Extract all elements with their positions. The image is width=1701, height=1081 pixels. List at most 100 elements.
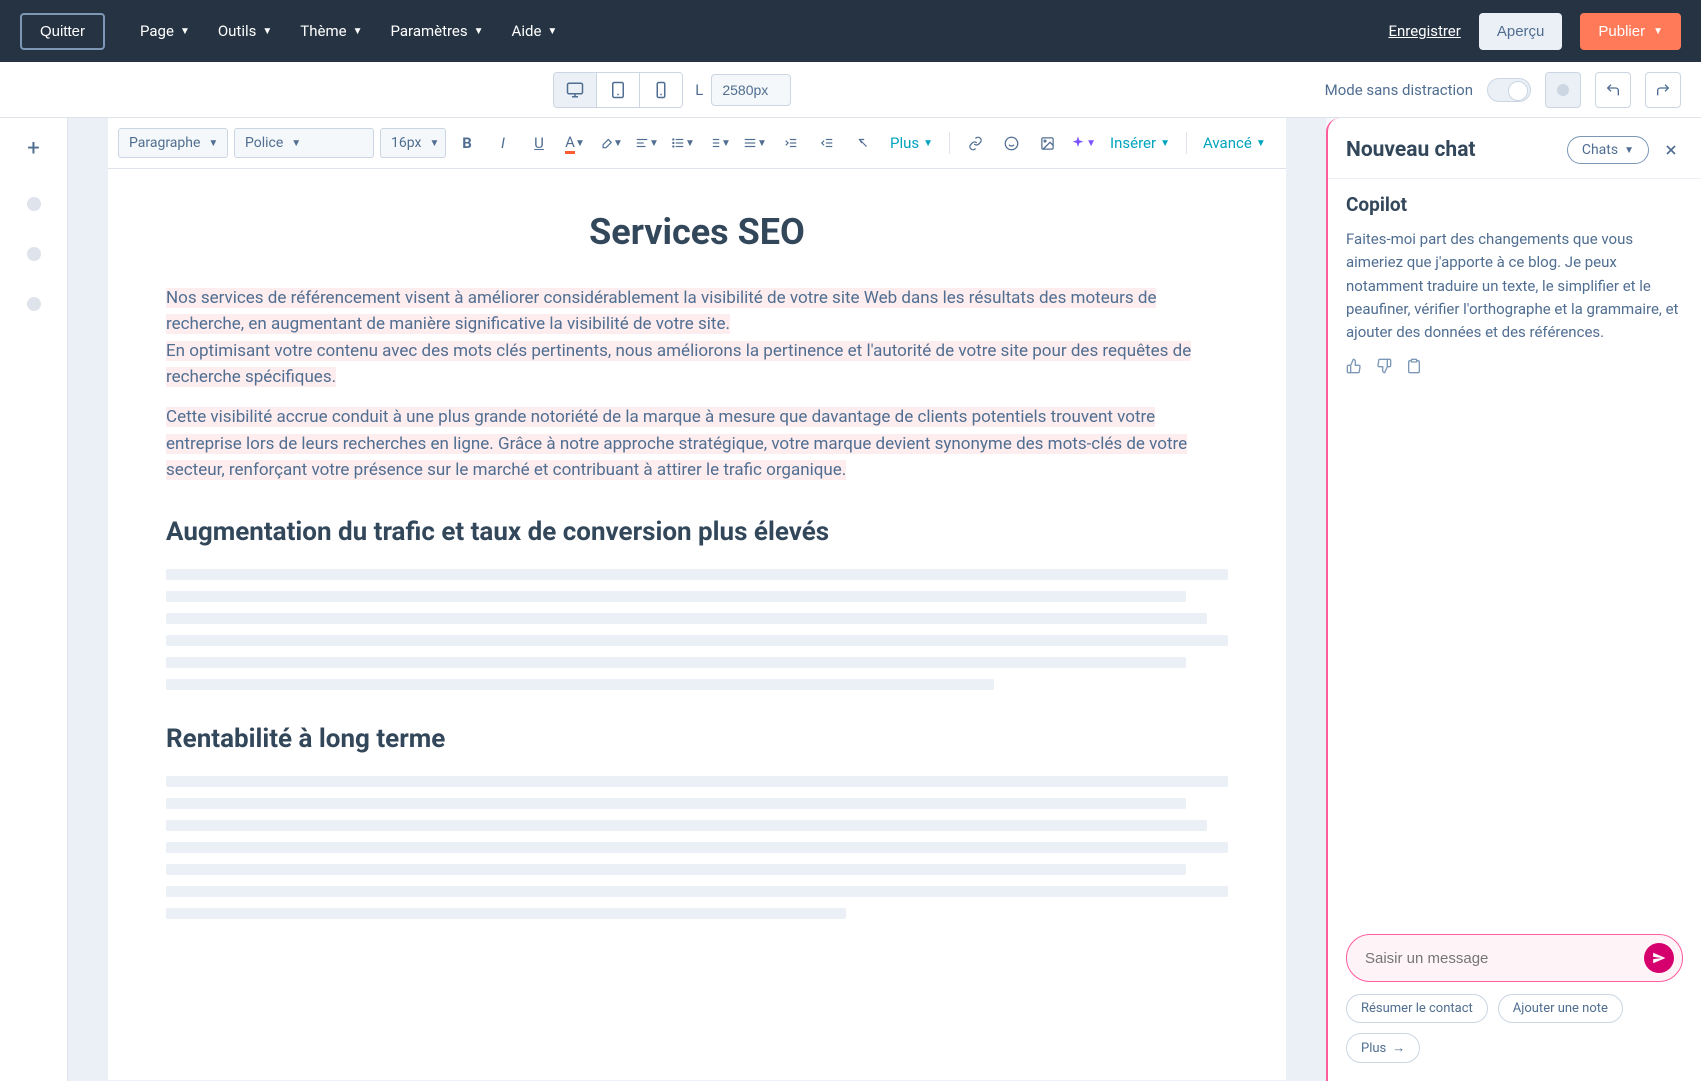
more-chip[interactable]: Plus → [1346, 1033, 1420, 1063]
placeholder-line [166, 908, 846, 919]
nav-item-tools[interactable]: Outils▼ [218, 22, 272, 40]
thumbs-up-button[interactable] [1346, 358, 1362, 374]
distraction-free-toggle[interactable] [1487, 78, 1531, 102]
nav-menu: Page▼ Outils▼ Thème▼ Paramètres▼ Aide▼ [140, 22, 557, 40]
thumbs-up-icon [1346, 358, 1362, 374]
link-button[interactable] [960, 128, 990, 158]
editor-pane: Paragraphe▼ Police ▼ 16px▼ B I U A▼ ▼ ▼ ▼… [68, 118, 1326, 1081]
ordered-list-button[interactable]: ▼ [704, 128, 734, 158]
record-button[interactable] [1545, 72, 1581, 108]
align-button[interactable]: ▼ [632, 128, 662, 158]
chevron-down-icon: ▼ [721, 138, 731, 149]
nav-item-help[interactable]: Aide ▼ [512, 22, 558, 40]
chevron-down-icon: ▼ [1624, 145, 1634, 156]
send-button[interactable] [1644, 943, 1674, 973]
placeholder-line [166, 798, 1186, 809]
copy-button[interactable] [1406, 358, 1422, 374]
highlighted-text: Cette visibilité accrue conduit à une pl… [166, 407, 1187, 480]
font-dropdown[interactable]: Police ▼ [234, 128, 374, 158]
outline-dot[interactable] [27, 197, 41, 211]
device-desktop-button[interactable] [554, 73, 597, 107]
chevron-down-icon: ▼ [613, 138, 623, 149]
sidebar-left: + [0, 118, 68, 1081]
outdent-button[interactable] [812, 128, 842, 158]
copilot-message: Faites-moi part des changements que vous… [1346, 228, 1683, 344]
chevron-down-icon: ▼ [291, 138, 301, 149]
heading-2[interactable]: Rentabilité à long terme [166, 724, 1228, 754]
paragraph[interactable]: Cette visibilité accrue conduit à une pl… [166, 404, 1228, 483]
nav-label: Paramètres [390, 22, 467, 40]
paragraph-style-dropdown[interactable]: Paragraphe▼ [118, 128, 228, 158]
highlight-button[interactable]: ▼ [596, 128, 626, 158]
undo-button[interactable] [1595, 72, 1631, 108]
more-formatting-button[interactable]: Plus▼ [884, 130, 939, 156]
chevron-down-icon: ▼ [429, 138, 439, 149]
insert-button[interactable]: Insérer ▼ [1104, 130, 1176, 156]
chevron-down-icon: ▼ [474, 26, 484, 37]
distraction-free-label: Mode sans distraction [1325, 81, 1473, 99]
chevron-down-icon: ▼ [547, 26, 557, 37]
summarize-chip[interactable]: Résumer le contact [1346, 994, 1488, 1023]
dropdown-label: Police [245, 135, 283, 151]
chats-dropdown[interactable]: Chats▼ [1567, 136, 1649, 164]
placeholder-line [166, 842, 1228, 853]
bold-icon: B [462, 134, 472, 152]
placeholder-line [166, 613, 1207, 624]
chevron-down-icon: ▼ [1160, 138, 1170, 149]
add-note-chip[interactable]: Ajouter une note [1498, 994, 1623, 1023]
placeholder-line [166, 776, 1228, 787]
advanced-label: Avancé [1203, 134, 1252, 152]
ai-button[interactable]: ▼ [1068, 128, 1098, 158]
copilot-chat-panel: Nouveau chat Chats▼ Copilot Faites-moi p… [1326, 118, 1701, 1081]
advanced-button[interactable]: Avancé▼ [1197, 130, 1272, 156]
nav-right: Enregistrer Aperçu Publier▼ [1388, 13, 1681, 50]
document-title[interactable]: Services SEO [166, 211, 1228, 253]
circle-icon [1556, 83, 1570, 97]
chat-input-container [1346, 934, 1683, 982]
separator [1186, 132, 1187, 154]
nav-item-settings[interactable]: Paramètres ▼ [390, 22, 483, 40]
publish-button[interactable]: Publier▼ [1580, 13, 1681, 50]
quit-button[interactable]: Quitter [20, 13, 105, 50]
close-chat-button[interactable] [1659, 138, 1683, 162]
outline-dot[interactable] [27, 297, 41, 311]
separator [949, 132, 950, 154]
placeholder-line [166, 657, 1186, 668]
nav-item-theme[interactable]: Thème▼ [300, 22, 362, 40]
preview-button[interactable]: Aperçu [1479, 13, 1563, 50]
document-canvas[interactable]: Services SEO Nos services de référenceme… [108, 169, 1286, 1080]
underline-button[interactable]: U [524, 128, 554, 158]
outline-dot[interactable] [27, 247, 41, 261]
width-input[interactable] [711, 74, 791, 106]
text-color-button[interactable]: A▼ [560, 128, 590, 158]
device-mobile-button[interactable] [640, 73, 682, 107]
clear-format-button[interactable] [848, 128, 878, 158]
italic-button[interactable]: I [488, 128, 518, 158]
bullet-list-button[interactable]: ▼ [668, 128, 698, 158]
nav-label: Aide [512, 22, 542, 40]
top-navbar: Quitter Page▼ Outils▼ Thème▼ Paramètres▼… [0, 0, 1701, 62]
paragraph[interactable]: Nos services de référencement visent à a… [166, 285, 1228, 390]
sparkle-icon [1070, 135, 1086, 151]
save-link[interactable]: Enregistrer [1388, 22, 1460, 40]
redo-button[interactable] [1645, 72, 1681, 108]
line-height-button[interactable]: ▼ [740, 128, 770, 158]
indent-button[interactable] [776, 128, 806, 158]
heading-2[interactable]: Augmentation du trafic et taux de conver… [166, 517, 1228, 547]
thumbs-down-button[interactable] [1376, 358, 1392, 374]
chevron-down-icon: ▼ [262, 26, 272, 37]
device-switcher [553, 72, 683, 108]
highlighted-text: Nos services de référencement visent à a… [166, 288, 1156, 334]
chevron-down-icon: ▼ [1653, 26, 1663, 37]
feedback-row [1346, 358, 1683, 374]
image-button[interactable] [1032, 128, 1062, 158]
nav-item-page[interactable]: Page▼ [140, 22, 190, 40]
chat-message-input[interactable] [1365, 950, 1644, 967]
insert-label: Insérer [1110, 134, 1156, 152]
bold-button[interactable]: B [452, 128, 482, 158]
add-block-button[interactable]: + [27, 136, 39, 161]
emoji-button[interactable] [996, 128, 1026, 158]
nav-label: Page [140, 22, 174, 40]
device-tablet-button[interactable] [597, 73, 640, 107]
font-size-dropdown[interactable]: 16px▼ [380, 128, 446, 158]
